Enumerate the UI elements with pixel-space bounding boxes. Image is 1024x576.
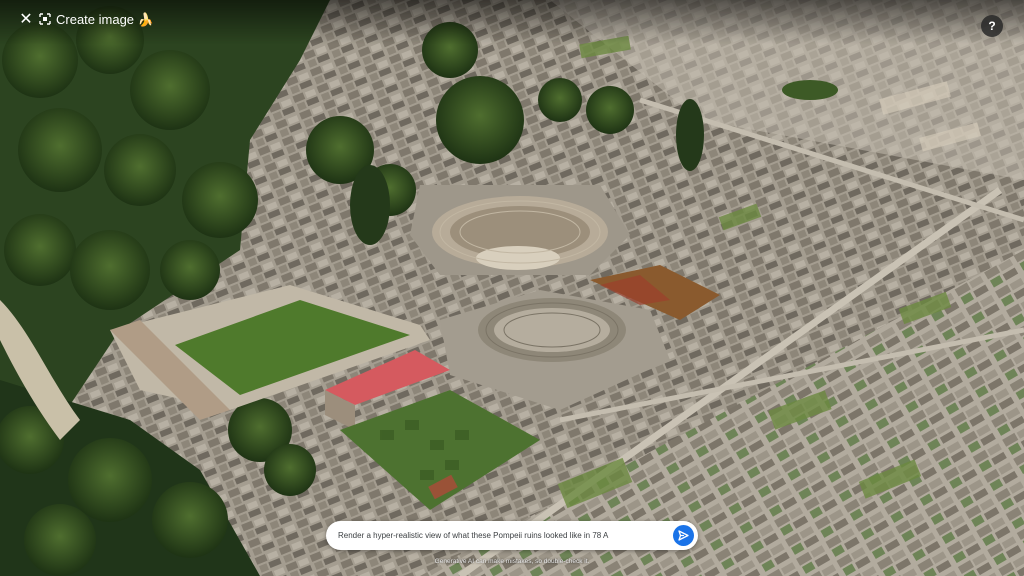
help-icon: ? <box>988 19 996 33</box>
ai-disclaimer: Generative AI can make mistakes, so doub… <box>434 558 590 565</box>
prompt-bar <box>326 521 698 550</box>
top-bar: ✕ Create image 🍌 ? <box>0 0 1024 44</box>
send-button[interactable] <box>673 525 694 546</box>
aerial-map-view[interactable] <box>0 0 1024 576</box>
close-button[interactable]: ✕ <box>16 10 36 30</box>
close-icon: ✕ <box>19 11 33 28</box>
image-create-icon <box>39 13 51 25</box>
prompt-input[interactable] <box>338 521 668 550</box>
send-icon <box>678 530 689 541</box>
aerial-ruins-render <box>0 0 1024 576</box>
page-title: Create image 🍌 <box>56 12 154 27</box>
help-button[interactable]: ? <box>981 15 1003 37</box>
